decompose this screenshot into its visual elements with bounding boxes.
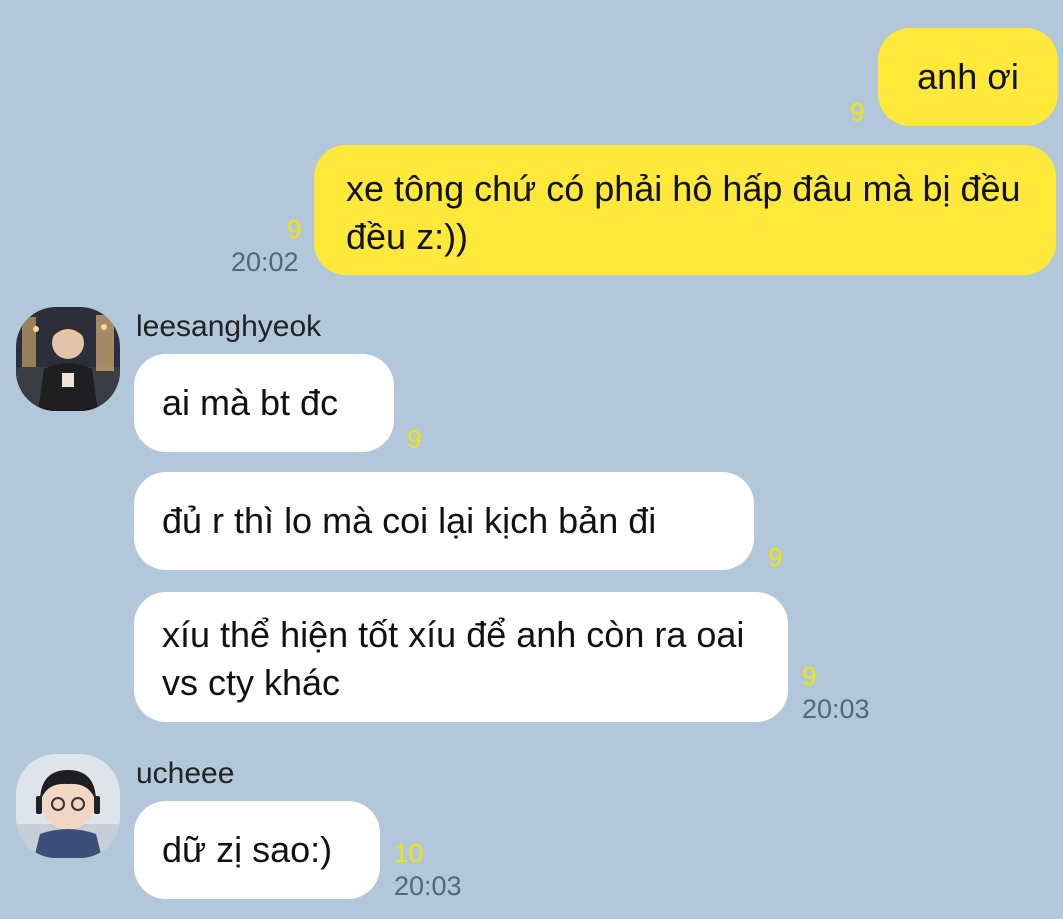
- avatar[interactable]: [16, 307, 120, 411]
- message-text: ai mà bt đc: [162, 382, 339, 423]
- chat-room: anh ơi 9 xe tông chứ có phải hô hấp đâu …: [0, 0, 1063, 919]
- incoming-message[interactable]: ai mà bt đc: [134, 354, 394, 452]
- message-time: 20:03: [802, 694, 870, 724]
- avatar[interactable]: [16, 754, 120, 858]
- incoming-message[interactable]: xíu thể hiện tốt xíu để anh còn ra oai v…: [134, 592, 788, 722]
- profile-photo: [16, 307, 120, 411]
- message-text: đủ r thì lo mà coi lại kịch bản đi: [162, 500, 657, 541]
- outgoing-message[interactable]: xe tông chứ có phải hô hấp đâu mà bị đều…: [314, 145, 1056, 275]
- profile-photo: [16, 754, 120, 858]
- incoming-message[interactable]: dữ zị sao:): [134, 801, 380, 899]
- unread-count: 9: [768, 542, 783, 572]
- message-text: anh ơi: [917, 56, 1019, 97]
- message-text: xe tông chứ có phải hô hấp đâu mà bị đều…: [346, 168, 1021, 257]
- message-text: xíu thể hiện tốt xíu để anh còn ra oai v…: [162, 614, 745, 703]
- unread-count: 9: [407, 424, 422, 454]
- unread-count: 9: [850, 97, 865, 127]
- sender-name: ucheee: [136, 757, 235, 790]
- message-text: dữ zị sao:): [162, 829, 333, 870]
- unread-count: 9: [287, 214, 302, 244]
- incoming-message[interactable]: đủ r thì lo mà coi lại kịch bản đi: [134, 472, 754, 570]
- message-time: 20:02: [231, 247, 299, 277]
- message-time: 20:03: [394, 871, 462, 901]
- unread-count: 10: [394, 838, 423, 868]
- sender-name: leesanghyeok: [136, 310, 322, 343]
- unread-count: 9: [802, 661, 817, 691]
- outgoing-message[interactable]: anh ơi: [878, 28, 1058, 126]
